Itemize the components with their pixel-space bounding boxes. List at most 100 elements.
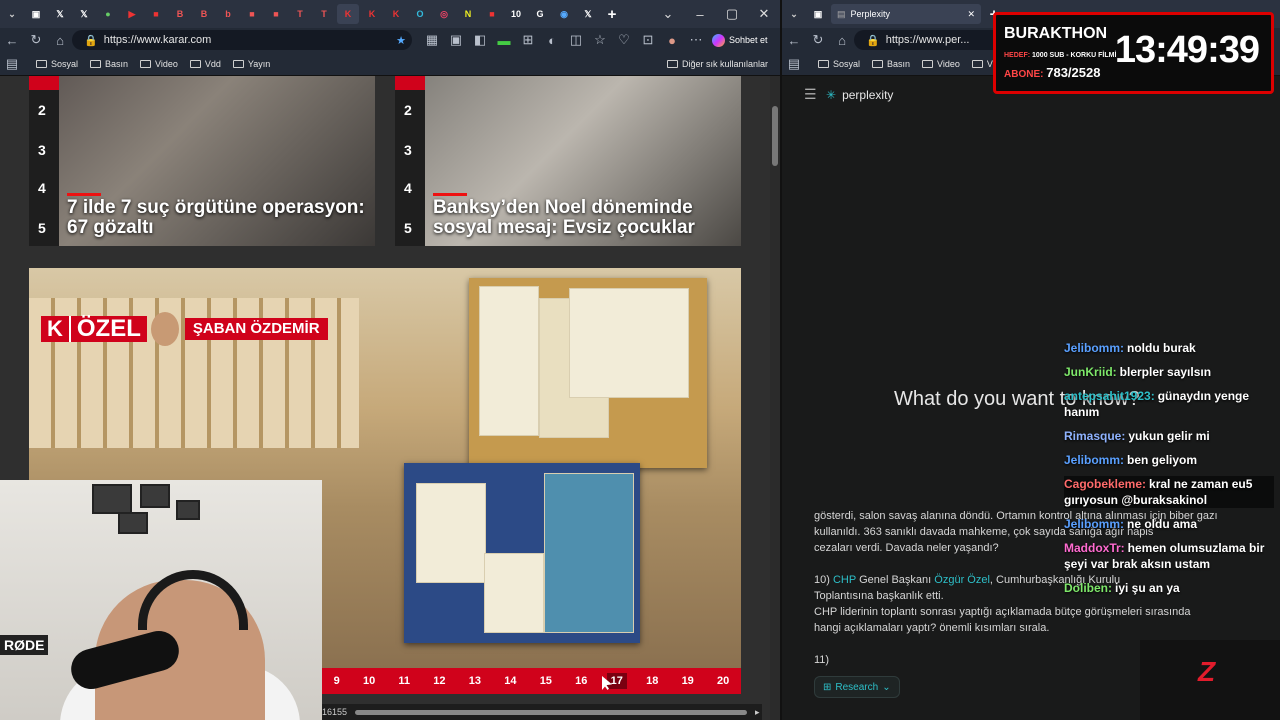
page-link[interactable]: 9 [330,673,344,689]
page-link[interactable]: 16 [571,673,591,689]
page-link[interactable]: 18 [642,673,662,689]
favorites-icon[interactable]: ☆ [588,32,612,48]
dropdown-icon[interactable]: ⌄ [652,6,684,22]
tab-menu-icon[interactable]: ⌄ [1,4,23,24]
split-icon[interactable]: ◫ [564,32,588,48]
other-favorites[interactable]: Diğer sık kullanılanlar [666,59,768,69]
tab-site[interactable]: ● [97,4,119,24]
favorite-folder[interactable]: Basın [90,59,128,69]
news-card[interactable]: 2 3 4 5 Banksy’den Noel döneminde sosyal… [395,76,741,246]
tab-x[interactable]: 𝕏 [49,4,71,24]
collections-icon[interactable]: ♡ [612,32,636,48]
tab-news[interactable]: T [289,4,311,24]
tab-youtube[interactable]: ▶ [121,4,143,24]
rank-number[interactable]: 2 [38,102,46,118]
tab-workspaces-icon[interactable]: ▣ [25,4,47,24]
tab-menu-icon[interactable]: ⌄ [783,4,805,24]
page-link[interactable]: 15 [536,673,556,689]
new-tab-plus-icon[interactable]: + [601,4,623,24]
more-icon[interactable]: ⋯ [684,32,708,48]
tab-news[interactable]: ■ [145,4,167,24]
vertical-scrollbar[interactable] [770,76,780,720]
tab-news[interactable]: B [169,4,191,24]
favorite-folder[interactable]: Vdd [189,59,221,69]
favorite-folder[interactable]: Yayın [232,59,270,69]
tab-news[interactable]: T [313,4,335,24]
avatar[interactable]: ● [660,33,684,48]
tab-news[interactable]: ■ [265,4,287,24]
screenshot-icon[interactable]: ⊡ [636,32,660,48]
home-icon[interactable]: ⌂ [48,33,72,48]
back-icon[interactable]: ← [0,33,24,48]
scroll-right-icon[interactable]: ▸ [755,707,760,718]
tab-news[interactable]: O [409,4,431,24]
tab-instagram[interactable]: ◎ [433,4,455,24]
page-link-current[interactable]: 17 [606,673,627,689]
page-link[interactable]: 13 [465,673,485,689]
home-icon[interactable]: ⌂ [830,33,854,48]
page-link[interactable]: 12 [429,673,449,689]
favorite-folder[interactable]: Video [922,59,960,69]
favorite-folder[interactable]: Sosyal [36,59,78,69]
tab-google[interactable]: G [529,4,551,24]
refresh-icon[interactable]: ↻ [806,32,830,48]
news-headline[interactable]: 7 ilde 7 suç örgütüne operasyon: 67 göza… [67,198,367,238]
tab-news[interactable]: K [385,4,407,24]
extension-icon[interactable]: ◧ [468,32,492,48]
refresh-icon[interactable]: ↻ [24,32,48,48]
party-link[interactable]: CHP [833,574,856,586]
maximize-icon[interactable]: ▢ [716,6,748,22]
rank-number[interactable]: 4 [404,180,412,196]
favorites-menu-icon[interactable]: ▤ [782,56,806,72]
page-link[interactable]: 14 [500,673,520,689]
tab-workspaces-icon[interactable]: ▣ [807,4,829,24]
sidebar-toggle-icon[interactable]: ☰ [804,86,817,103]
tab-news[interactable]: N [457,4,479,24]
rank-number[interactable]: 4 [38,180,46,196]
tab-news[interactable]: ◉ [553,4,575,24]
tab-news[interactable]: ■ [241,4,263,24]
rank-number[interactable]: 2 [404,102,412,118]
extension-icon[interactable]: ▬ [492,33,516,48]
close-icon[interactable]: ✕ [748,6,780,22]
close-tab-icon[interactable]: ✕ [967,9,975,20]
scroll-thumb[interactable] [772,106,778,166]
favorite-folder[interactable]: Basın [872,59,910,69]
page-link[interactable]: 10 [359,673,379,689]
extension-icon[interactable]: ▣ [444,32,468,48]
news-card[interactable]: 2 3 4 5 7 ilde 7 suç örgütüne operasyon:… [29,76,375,246]
rank-number[interactable]: 5 [404,220,412,236]
news-headline[interactable]: Banksy’den Noel döneminde sosyal mesaj: … [433,198,733,238]
tab-karar-active[interactable]: K [337,4,359,24]
url-input[interactable]: 🔒 https://www.karar.com ★ [72,30,412,50]
favorite-folder[interactable]: Sosyal [818,59,860,69]
star-icon[interactable]: ★ [396,34,406,47]
page-link[interactable]: 20 [713,673,733,689]
extension-icon[interactable]: ◐ [540,33,564,48]
research-mode-button[interactable]: ⊞ Research ⌄ [814,676,900,698]
name-link[interactable]: Özgür Özel [934,574,990,586]
tab-news[interactable]: b [217,4,239,24]
favorite-folder[interactable]: Video [140,59,178,69]
tab-news[interactable]: 10 [505,4,527,24]
tab-x[interactable]: 𝕏 [577,4,599,24]
scroll-thumb[interactable] [355,709,748,715]
tab-news[interactable]: ■ [481,4,503,24]
rank-number[interactable]: 3 [38,142,46,158]
page-link[interactable]: 11 [394,673,414,689]
extension-icon[interactable]: ⊞ [516,32,540,48]
back-icon[interactable]: ← [782,33,806,48]
rank-number[interactable]: 3 [404,142,412,158]
tab-x[interactable]: 𝕏 [73,4,95,24]
minimize-icon[interactable]: – [684,7,716,22]
perplexity-logo[interactable]: ✳ perplexity [826,88,893,102]
copilot-chat-button[interactable]: Sohbet et [712,33,768,47]
page-link[interactable]: 19 [678,673,698,689]
tab-news[interactable]: B [193,4,215,24]
horizontal-scrollbar[interactable]: 16155 ▸ [322,704,762,720]
extension-icon[interactable]: ▦ [420,32,444,48]
favorites-menu-icon[interactable]: ▤ [0,56,24,72]
tab-news[interactable]: K [361,4,383,24]
rank-number[interactable]: 5 [38,220,46,236]
tab-perplexity[interactable]: ▤ Perplexity ✕ [831,4,981,24]
